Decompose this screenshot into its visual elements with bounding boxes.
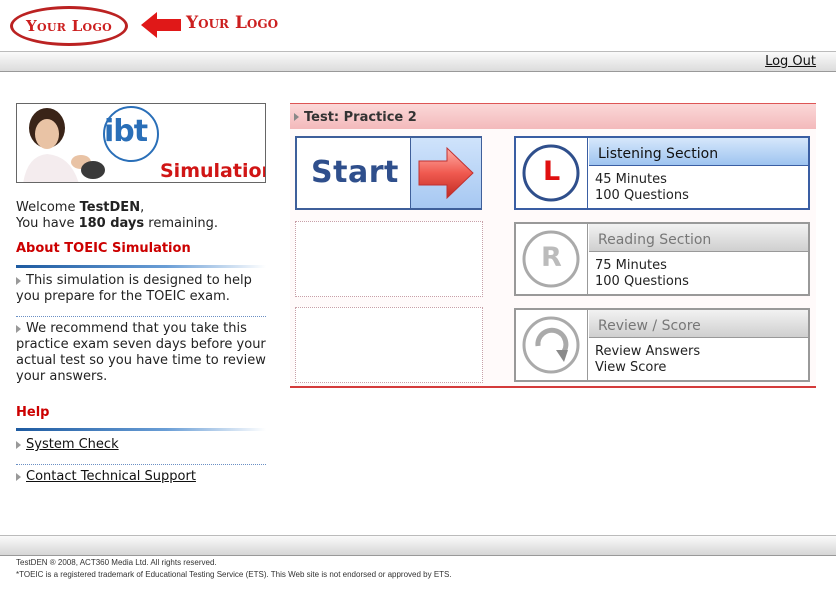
empty-slot bbox=[295, 221, 483, 297]
reading-questions: 100 Questions bbox=[595, 274, 689, 289]
about-heading: About TOEIC Simulation bbox=[16, 241, 191, 256]
logo-text-secondary: Your Logo bbox=[186, 13, 279, 33]
about-divider bbox=[16, 265, 266, 268]
days-remaining: 180 days bbox=[78, 216, 145, 231]
top-bar bbox=[0, 51, 836, 72]
about-paragraph-2: We recommend that you take this practice… bbox=[16, 321, 266, 385]
system-check-link[interactable]: System Check bbox=[16, 437, 119, 452]
listening-title[interactable]: Listening Section bbox=[589, 138, 808, 166]
review-title[interactable]: Review / Score bbox=[589, 310, 808, 338]
system-check-label[interactable]: System Check bbox=[26, 437, 119, 452]
listening-letter: L bbox=[543, 156, 561, 187]
help-divider bbox=[16, 428, 266, 431]
about-paragraph-1: This simulation is designed to help you … bbox=[16, 273, 266, 305]
banner-caption: Simulation bbox=[160, 160, 266, 182]
welcome-suffix: , bbox=[140, 200, 145, 215]
bullet-icon bbox=[16, 440, 22, 449]
bullet-icon bbox=[16, 472, 22, 481]
footer-bar bbox=[0, 535, 836, 556]
listening-icon-cell: L bbox=[516, 138, 588, 208]
bullet-icon bbox=[294, 113, 299, 121]
start-button[interactable]: Start bbox=[295, 136, 482, 210]
about-text-1: This simulation is designed to help you … bbox=[16, 273, 252, 304]
view-score: View Score bbox=[595, 360, 667, 375]
empty-slot bbox=[295, 307, 483, 383]
days-prefix: You have bbox=[16, 216, 79, 231]
review-icon bbox=[522, 316, 580, 374]
listening-section-card[interactable]: L Listening Section 45 Minutes 100 Quest… bbox=[514, 136, 810, 210]
bullet-icon bbox=[16, 276, 22, 285]
about-text-2: We recommend that you take this practice… bbox=[16, 321, 266, 384]
review-icon-cell bbox=[516, 310, 588, 380]
reading-letter: R bbox=[541, 242, 562, 273]
days-suffix: remaining. bbox=[144, 216, 219, 231]
listening-duration: 45 Minutes bbox=[595, 172, 667, 187]
logout-link[interactable]: Log Out bbox=[765, 54, 816, 69]
review-answers: Review Answers bbox=[595, 344, 701, 359]
arrow-right-icon bbox=[418, 146, 474, 200]
welcome-message: Welcome TestDEN, You have 180 days remai… bbox=[16, 200, 218, 232]
bullet-icon bbox=[16, 324, 22, 333]
listening-questions: 100 Questions bbox=[595, 188, 689, 203]
start-label[interactable]: Start bbox=[311, 155, 399, 190]
welcome-user: TestDEN bbox=[79, 200, 141, 215]
reading-icon-cell: R bbox=[516, 224, 588, 294]
arrow-left-icon bbox=[141, 12, 181, 38]
banner-brand: ibt bbox=[104, 114, 148, 149]
logo: Your Logo bbox=[10, 6, 128, 46]
reading-duration: 75 Minutes bbox=[595, 258, 667, 273]
reading-section-card[interactable]: R Reading Section 75 Minutes 100 Questio… bbox=[514, 222, 810, 296]
ibt-simulation-banner: ibt Simulation bbox=[16, 103, 266, 183]
review-score-card[interactable]: Review / Score Review Answers View Score bbox=[514, 308, 810, 382]
trademark-text: *TOEIC is a registered trademark of Educ… bbox=[16, 570, 452, 579]
dotted-divider bbox=[16, 316, 266, 317]
contact-support-label[interactable]: Contact Technical Support bbox=[26, 469, 196, 484]
welcome-prefix: Welcome bbox=[16, 200, 80, 215]
copyright-text: TestDEN ® 2008, ACT360 Media Ltd. All ri… bbox=[16, 558, 217, 567]
help-heading: Help bbox=[16, 405, 50, 420]
dotted-divider bbox=[16, 464, 266, 465]
test-panel-divider bbox=[290, 386, 816, 388]
logo-text: Your Logo bbox=[25, 17, 113, 35]
reading-title[interactable]: Reading Section bbox=[589, 224, 808, 252]
start-arrow-box[interactable] bbox=[410, 138, 481, 208]
contact-support-link[interactable]: Contact Technical Support bbox=[16, 469, 196, 484]
test-title: Test: Practice 2 bbox=[304, 110, 417, 125]
